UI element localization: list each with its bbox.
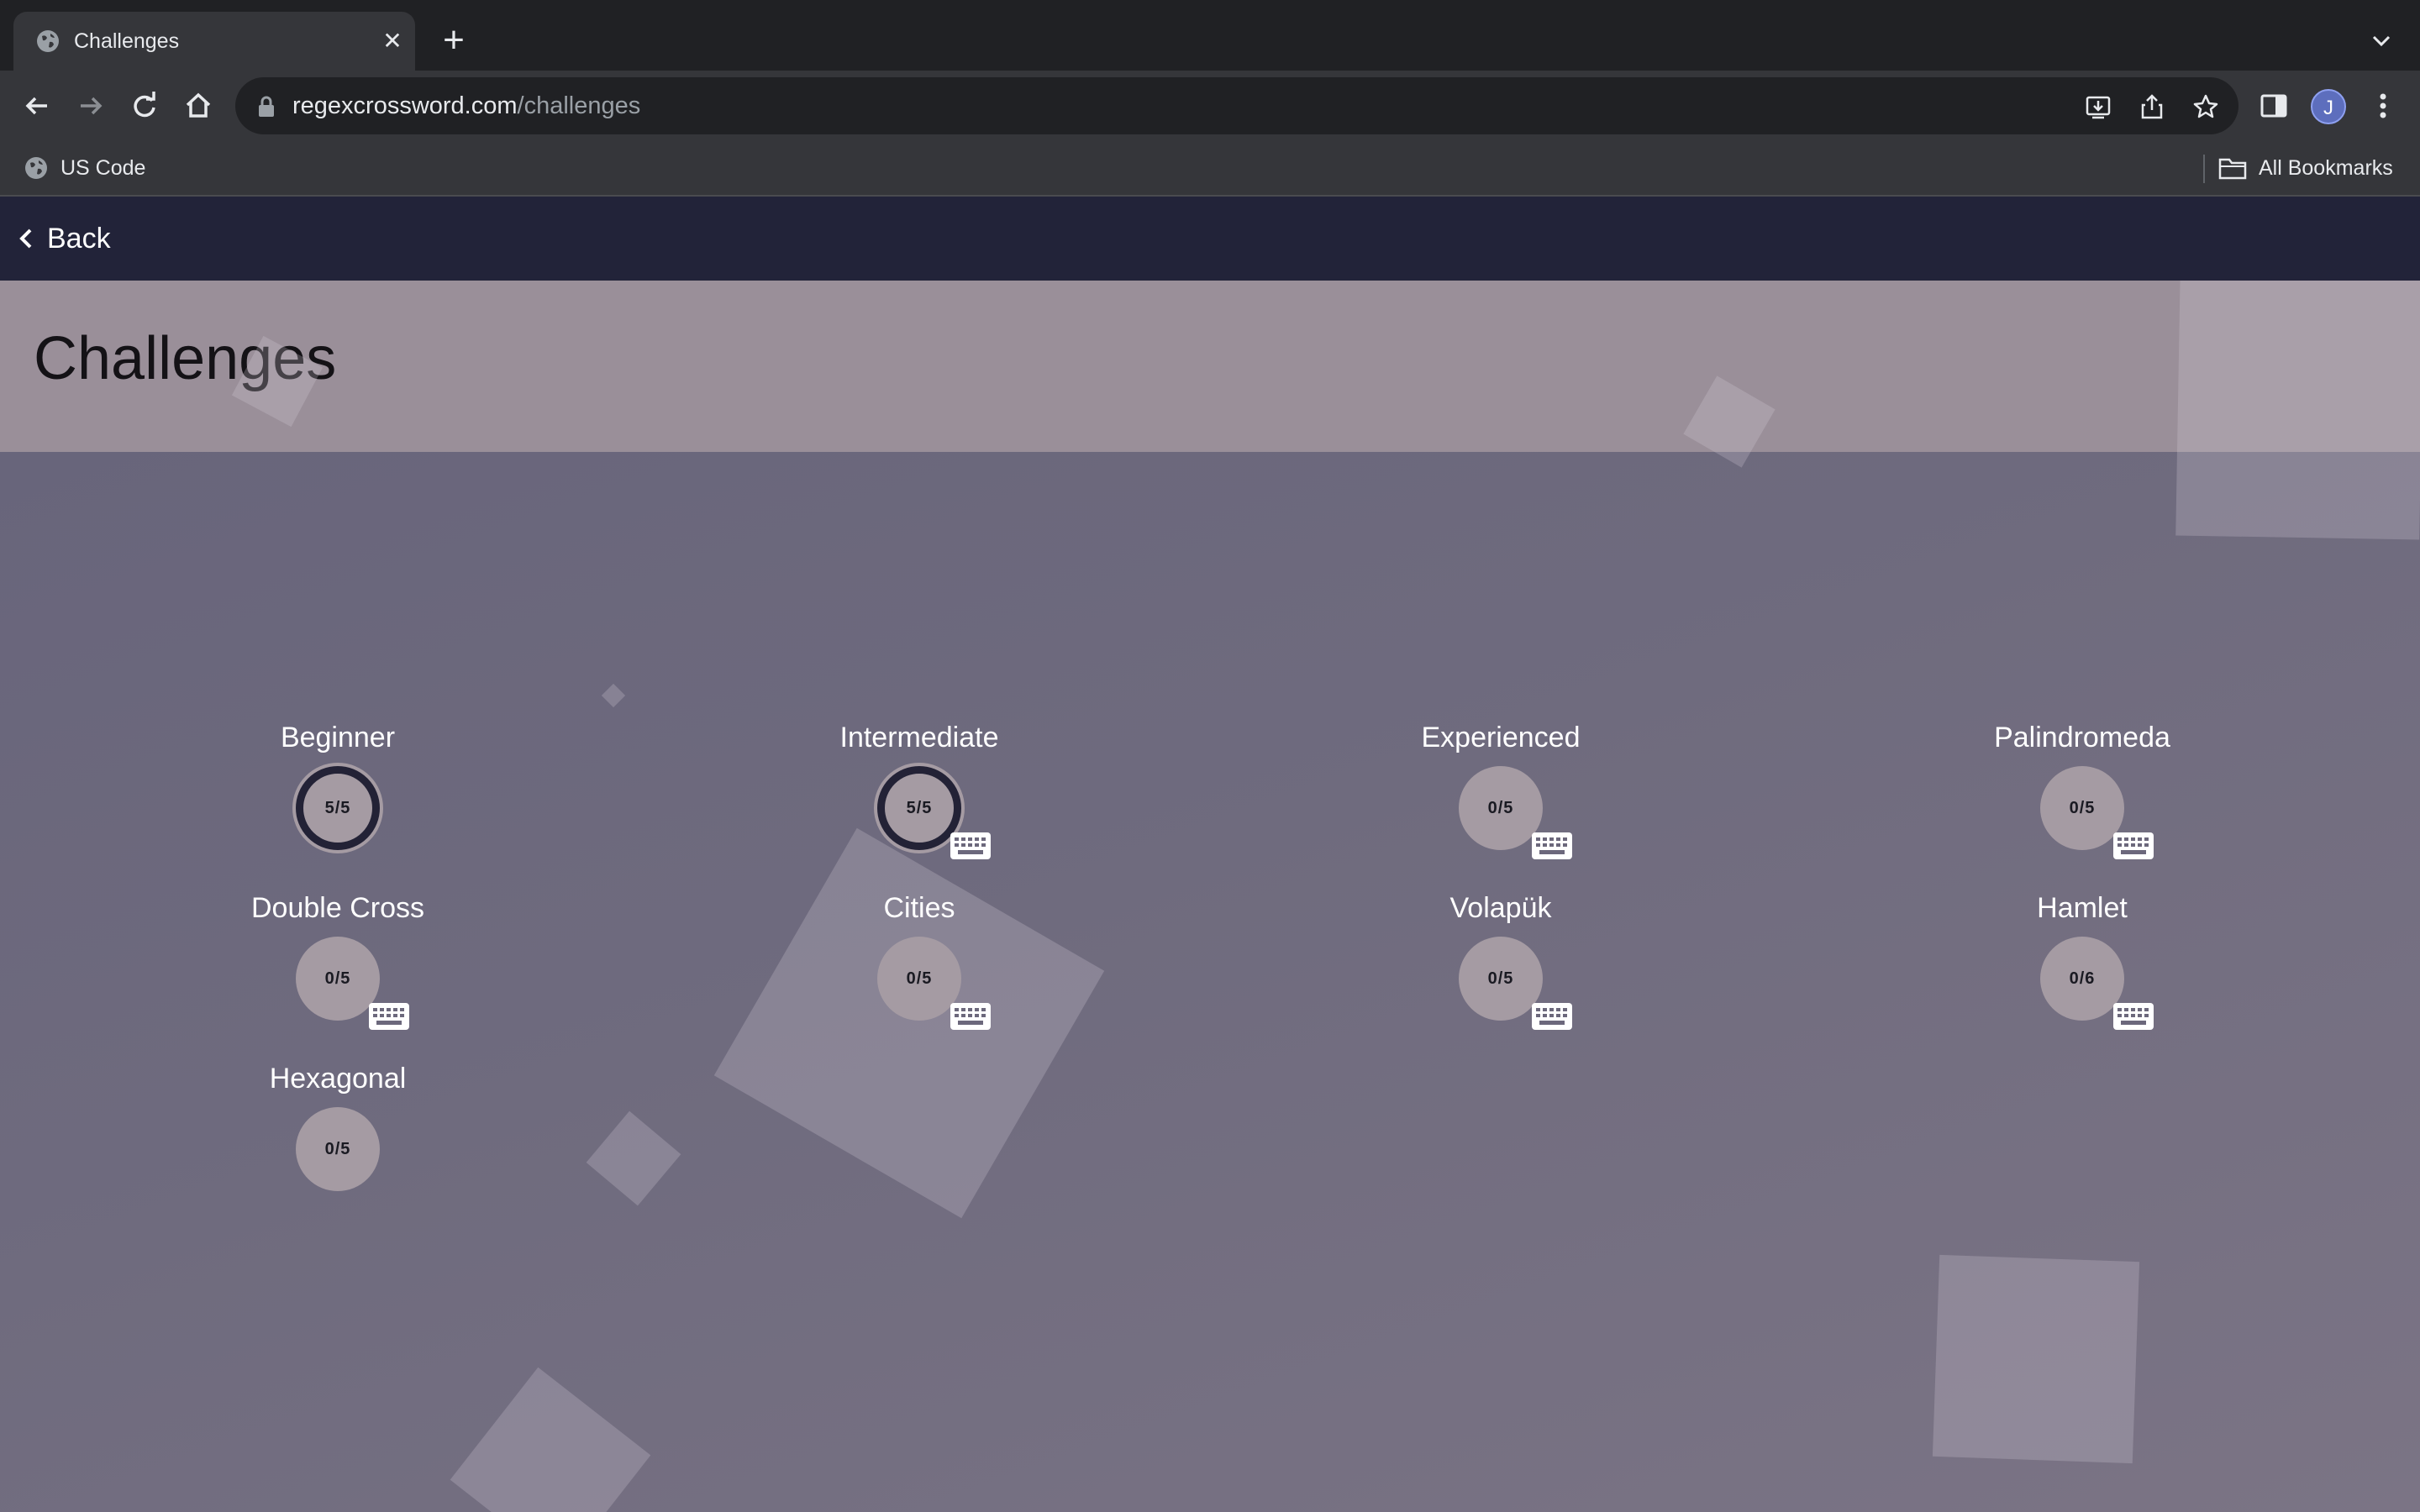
chevron-left-icon — [19, 228, 32, 249]
bookmark-label: US Code — [60, 155, 146, 180]
share-icon[interactable] — [2138, 92, 2166, 121]
progress-circle[interactable]: 0/5 — [1459, 937, 1543, 1021]
lock-icon[interactable] — [257, 96, 276, 118]
forward-arrow-icon[interactable] — [72, 87, 109, 124]
challenge-cities[interactable]: Cities 0/5 — [743, 890, 1096, 1049]
challenge-name: Double Cross — [251, 892, 424, 924]
progress-circle[interactable]: 5/5 — [296, 766, 380, 850]
browser-tab[interactable]: Challenges ✕ — [13, 12, 415, 71]
back-link[interactable]: Back — [17, 218, 111, 259]
bookmarks-bar: US Code All Bookmarks — [0, 141, 2420, 197]
keyboard-icon — [1532, 1003, 1572, 1030]
back-arrow-icon[interactable] — [18, 87, 55, 124]
install-app-icon[interactable] — [2084, 92, 2112, 121]
challenge-score: 0/5 — [324, 969, 351, 988]
reload-icon[interactable] — [126, 87, 163, 124]
challenge-name: Palindromeda — [1994, 722, 2170, 753]
browser-toolbar: regexcrossword.com/challenges J — [0, 71, 2420, 141]
keyboard-icon — [1532, 832, 1572, 859]
challenge-grid: Beginner 5/5 Intermediate 5/5 Experience… — [0, 452, 2420, 1512]
keyboard-icon — [2113, 832, 2154, 859]
address-bar[interactable]: regexcrossword.com/challenges — [235, 77, 2238, 134]
globe-icon — [37, 30, 59, 52]
globe-icon — [25, 157, 47, 179]
challenge-score: 0/5 — [1487, 798, 1514, 817]
challenge-score: 0/6 — [2069, 969, 2096, 988]
keyboard-icon — [2113, 1003, 2154, 1030]
challenge-name: Beginner — [280, 722, 396, 753]
progress-circle[interactable]: 0/5 — [877, 937, 961, 1021]
challenge-score: 0/5 — [324, 1139, 351, 1158]
profile-avatar[interactable]: J — [2311, 89, 2346, 124]
url-text[interactable]: regexcrossword.com/challenges — [292, 91, 640, 121]
challenge-hamlet[interactable]: Hamlet 0/6 — [1906, 890, 2259, 1049]
site-topbar: Back — [0, 197, 2420, 281]
back-label: Back — [47, 222, 111, 255]
challenge-beginner[interactable]: Beginner 5/5 — [161, 719, 514, 879]
progress-circle[interactable]: 0/6 — [2040, 937, 2124, 1021]
keyboard-icon — [369, 1003, 409, 1030]
challenge-name: Hexagonal — [269, 1063, 407, 1095]
more-menu-icon[interactable] — [2366, 89, 2400, 123]
bookmark-star-icon[interactable] — [2191, 92, 2220, 121]
progress-circle[interactable]: 0/5 — [296, 937, 380, 1021]
tab-search-chevron-icon[interactable] — [2366, 25, 2396, 55]
challenge-name: Intermediate — [839, 722, 999, 753]
home-icon[interactable] — [180, 87, 217, 124]
challenge-score: 0/5 — [1487, 969, 1514, 988]
challenge-score: 5/5 — [324, 798, 351, 817]
challenge-name: Volapük — [1449, 892, 1552, 924]
progress-circle[interactable]: 0/5 — [1459, 766, 1543, 850]
challenge-palindromeda[interactable]: Palindromeda 0/5 — [1906, 719, 2259, 879]
challenge-name: Cities — [883, 892, 955, 924]
folder-icon — [2218, 158, 2247, 180]
bookmark-us-code[interactable]: US Code — [24, 153, 145, 183]
challenge-hexagonal[interactable]: Hexagonal 0/5 — [161, 1060, 514, 1220]
new-tab-button[interactable]: + — [437, 22, 471, 59]
keyboard-icon — [950, 832, 991, 859]
challenge-intermediate[interactable]: Intermediate 5/5 — [743, 719, 1096, 879]
challenge-score: 0/5 — [906, 969, 933, 988]
header-band: Challenges — [0, 281, 2420, 452]
all-bookmarks-button[interactable]: All Bookmarks — [2218, 153, 2393, 183]
challenge-name: Experienced — [1421, 722, 1581, 753]
challenge-score: 0/5 — [2069, 798, 2096, 817]
progress-circle[interactable]: 0/5 — [2040, 766, 2124, 850]
progress-circle[interactable]: 5/5 — [877, 766, 961, 850]
progress-circle[interactable]: 0/5 — [296, 1107, 380, 1191]
bookmark-label: All Bookmarks — [2259, 155, 2393, 180]
challenge-name: Hamlet — [2037, 892, 2128, 924]
keyboard-icon — [950, 1003, 991, 1030]
challenge-experienced[interactable]: Experienced 0/5 — [1324, 719, 1677, 879]
challenge-volapuk[interactable]: Volapük 0/5 — [1324, 890, 1677, 1049]
close-tab-icon[interactable]: ✕ — [378, 27, 407, 55]
bookmarks-divider — [2203, 155, 2205, 183]
tab-title: Challenges — [74, 29, 180, 53]
page-viewport: Back Challenges Beginner 5/5 Intermediat… — [0, 197, 2420, 1512]
side-panel-icon[interactable] — [2257, 89, 2291, 123]
browser-tab-strip: Challenges ✕ + — [0, 0, 2420, 71]
challenge-double-cross[interactable]: Double Cross 0/5 — [161, 890, 514, 1049]
challenge-score: 5/5 — [906, 798, 933, 817]
